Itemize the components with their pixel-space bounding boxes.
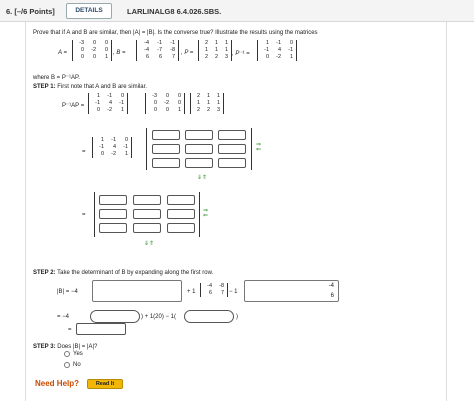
radio-yes-label: Yes bbox=[73, 351, 83, 357]
answer-input-2-6[interactable] bbox=[167, 209, 195, 219]
step1-pinv: 1 -1 0 -1 4 -1 0 -2 1 bbox=[88, 93, 128, 114]
read-it-button[interactable]: Read It bbox=[87, 379, 123, 389]
where-text: where B = P⁻¹AP. bbox=[33, 75, 80, 81]
answer-input-1-3[interactable] bbox=[218, 130, 246, 140]
step1-eq1: = bbox=[82, 149, 86, 155]
question-code: LARLINALG8 6.4.026.SBS. bbox=[127, 7, 222, 16]
answer-input-2-4[interactable] bbox=[99, 209, 127, 219]
answer-input-2-3[interactable] bbox=[167, 195, 195, 205]
answer-input-2-7[interactable] bbox=[99, 223, 127, 233]
step2-row2-mid: ) + 1(20) − 1( bbox=[141, 314, 177, 320]
label-p: , P = bbox=[181, 50, 194, 56]
step2-minus1: − 1 bbox=[229, 289, 238, 295]
determinant-input-1[interactable] bbox=[92, 280, 182, 302]
step2-lhs: |B| = −4 bbox=[57, 289, 78, 295]
step3-line: STEP 3: Does |B| = |A|? bbox=[33, 344, 98, 350]
answer-input-1-4[interactable] bbox=[152, 144, 180, 154]
step1-p: 211 111 223 bbox=[190, 93, 224, 114]
answer-input-2-2[interactable] bbox=[133, 195, 161, 205]
step2-line: STEP 2: Take the determinant of B by exp… bbox=[33, 270, 214, 276]
prompt-text: Prove that if A and B are similar, then … bbox=[33, 30, 318, 36]
question-number: 6. [–/6 Points] bbox=[6, 7, 55, 16]
answer-input-2-9[interactable] bbox=[167, 223, 195, 233]
answer-input-1-1[interactable] bbox=[152, 130, 180, 140]
box-value-a: -4 bbox=[328, 283, 334, 289]
details-button[interactable]: DETAILS bbox=[66, 3, 112, 19]
question-header: 6. [–/6 Points] DETAILS LARLINALG8 6.4.0… bbox=[0, 0, 474, 22]
step1-a: -3 0 0 0 -2 0 001 bbox=[145, 93, 185, 114]
answer-input-1-2[interactable] bbox=[185, 130, 213, 140]
answer-input-1-9[interactable] bbox=[218, 158, 246, 168]
answer-input-2-8[interactable] bbox=[133, 223, 161, 233]
step2-plus1: + 1 bbox=[187, 289, 196, 295]
answer-input-1-6[interactable] bbox=[218, 144, 246, 154]
step2-row2-end: ) bbox=[236, 314, 238, 320]
answer-input-1-5[interactable] bbox=[185, 144, 213, 154]
label-b: , B = bbox=[113, 50, 126, 56]
minor-matrix: -4 -8 67 bbox=[200, 283, 228, 297]
answer-input-1-8[interactable] bbox=[185, 158, 213, 168]
matrix-a: -3 0 0 0 -2 0 001 bbox=[72, 40, 112, 61]
answer-input-1-7[interactable] bbox=[152, 158, 180, 168]
matrix-b: -4 -1 -1 -4 -7 -8 667 bbox=[136, 40, 179, 61]
determinant-input-4[interactable] bbox=[184, 310, 234, 323]
determinant-input-3[interactable] bbox=[90, 310, 140, 323]
matrix-pinv: 1 -1 0 -1 4 -1 0 -2 1 bbox=[257, 40, 297, 61]
swap-arrows-2[interactable]: ⇒ ⇐ bbox=[203, 208, 208, 219]
step1-line: STEP 1: First note that A and B are simi… bbox=[33, 84, 147, 90]
step1-pinv-2: 1 -1 0 -1 4 -1 0 -2 1 bbox=[92, 137, 132, 158]
need-help-label: Need Help? bbox=[35, 379, 80, 388]
down-arrows-2[interactable]: ⇓⇑ bbox=[144, 240, 154, 247]
down-arrows-1[interactable]: ⇓⇑ bbox=[197, 174, 207, 181]
step1-lhs: P⁻¹AP = bbox=[62, 103, 85, 109]
step1-eq2: = bbox=[82, 212, 86, 218]
step2-row3: = bbox=[68, 327, 72, 333]
radio-yes[interactable] bbox=[64, 351, 70, 357]
box-value-b: 6 bbox=[330, 293, 334, 299]
radio-no[interactable] bbox=[64, 362, 70, 368]
determinant-input-2[interactable]: -4 6 bbox=[244, 280, 339, 302]
determinant-final-input[interactable] bbox=[76, 323, 126, 335]
radio-no-label: No bbox=[73, 362, 81, 368]
matrix-p: 211 111 223 bbox=[198, 40, 232, 61]
step2-row2-pre: = −4 bbox=[57, 314, 70, 320]
answer-input-2-5[interactable] bbox=[133, 209, 161, 219]
label-pinv: , P⁻¹ = bbox=[232, 51, 250, 57]
label-a: A = bbox=[58, 50, 67, 56]
swap-arrows-1[interactable]: ⇒ ⇐ bbox=[256, 142, 261, 153]
answer-input-2-1[interactable] bbox=[99, 195, 127, 205]
